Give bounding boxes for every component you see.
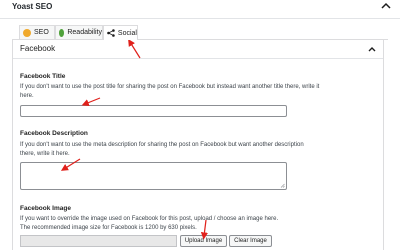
facebook-description-textarea[interactable] bbox=[20, 162, 287, 190]
tab-social-label: Social bbox=[117, 29, 137, 37]
panel-title: Yoast SEO bbox=[12, 2, 53, 11]
facebook-image-label: Facebook Image bbox=[20, 205, 71, 212]
facebook-collapse-caret-icon[interactable] bbox=[367, 45, 377, 53]
collapse-caret-icon[interactable] bbox=[380, 1, 392, 11]
readability-status-dot-icon bbox=[59, 28, 65, 37]
tab-readability[interactable]: Readability bbox=[55, 25, 103, 39]
facebook-title-input[interactable] bbox=[20, 105, 287, 117]
metabox-header[interactable]: Yoast SEO bbox=[0, 0, 400, 18]
tab-readability-label: Readability bbox=[67, 29, 102, 36]
facebook-image-help-1: If you want to override the image used o… bbox=[20, 216, 279, 222]
upload-image-button[interactable]: Upload Image bbox=[180, 235, 227, 247]
tab-seo-label: SEO bbox=[34, 29, 49, 36]
facebook-description-label: Facebook Description bbox=[20, 130, 88, 137]
facebook-title-help: If you don't want to use the post title … bbox=[20, 84, 320, 99]
facebook-image-help-2: The recommended image size for Facebook … bbox=[20, 225, 197, 231]
facebook-title-label: Facebook Title bbox=[20, 73, 66, 80]
facebook-heading[interactable]: Facebook bbox=[20, 44, 55, 53]
share-icon bbox=[107, 29, 115, 37]
tab-seo[interactable]: SEO bbox=[19, 25, 55, 39]
facebook-description-help: If you don't want to use the meta descri… bbox=[20, 142, 304, 157]
clear-image-button[interactable]: Clear Image bbox=[229, 235, 272, 247]
facebook-image-url-input[interactable] bbox=[20, 235, 177, 247]
header-divider bbox=[0, 18, 400, 19]
seo-status-dot-icon bbox=[23, 28, 31, 37]
tab-social[interactable]: Social bbox=[103, 25, 138, 40]
resize-grip-icon[interactable] bbox=[280, 183, 285, 188]
facebook-heading-divider bbox=[13, 58, 383, 59]
